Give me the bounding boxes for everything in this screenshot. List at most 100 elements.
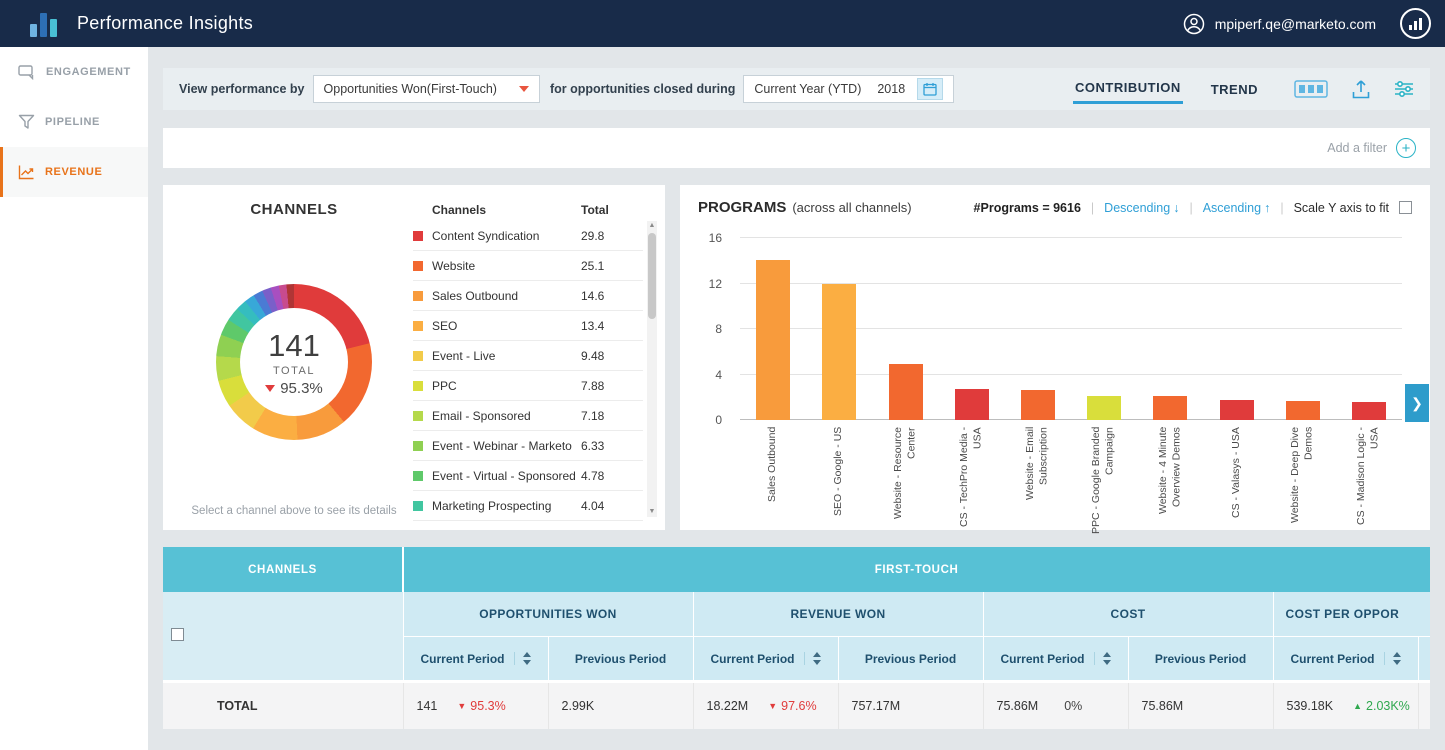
column-group-header: COST xyxy=(983,592,1273,636)
ascending-arrow-icon xyxy=(1264,201,1270,215)
channel-legend-row[interactable]: Event - Live9.48 xyxy=(413,341,643,371)
add-filter-plus-icon[interactable] xyxy=(1396,138,1416,158)
channel-legend-row[interactable]: Sales Outbound14.6 xyxy=(413,281,643,311)
program-bar-label: Sales Outbound xyxy=(766,427,780,539)
channel-swatch-icon xyxy=(413,261,423,271)
engagement-icon xyxy=(18,64,36,80)
programs-yticks: 0481216 xyxy=(700,238,730,420)
column-group-header: OPPORTUNITIES WON xyxy=(403,592,693,636)
sidebar-item-engagement[interactable]: ENGAGEMENT xyxy=(0,47,148,97)
channel-name: Email - Sponsored xyxy=(432,409,581,423)
current-period-header[interactable]: Current Period xyxy=(693,636,838,681)
select-all-checkbox[interactable] xyxy=(171,628,184,641)
channel-swatch-icon xyxy=(413,501,423,511)
channel-legend-row[interactable]: Event - Webinar - Marketo6.33 xyxy=(413,431,643,461)
channel-select-hint: Select a channel above to see its detail… xyxy=(189,504,399,520)
tab-contribution[interactable]: CONTRIBUTION xyxy=(1073,74,1183,104)
channel-legend-row[interactable]: Email - Sponsored7.18 xyxy=(413,401,643,431)
metric-cell xyxy=(1418,681,1430,729)
channel-total: 4.78 xyxy=(581,469,643,483)
programs-xlabels: Sales OutboundSEO - Google - USWebsite -… xyxy=(740,427,1402,541)
calendar-icon[interactable] xyxy=(917,78,943,100)
metrics-table: CHANNELS FIRST-TOUCH OPPORTUNITIES WONRE… xyxy=(163,547,1430,729)
app-title: Performance Insights xyxy=(77,13,253,34)
program-bar[interactable] xyxy=(822,284,856,421)
filter-bar[interactable]: Add a filter xyxy=(163,128,1430,168)
program-bar[interactable] xyxy=(756,260,790,420)
legend-header-channels: Channels xyxy=(413,203,581,217)
previous-period-header: Previous Period xyxy=(838,636,983,681)
app-logo-icon xyxy=(30,11,57,37)
programs-plot: 0481216 xyxy=(740,238,1402,420)
closed-during-label: for opportunities closed during xyxy=(550,82,735,96)
previous-period-header: Previous Period xyxy=(548,636,693,681)
program-bar[interactable] xyxy=(1286,401,1320,420)
sidebar-item-pipeline[interactable]: PIPELINE xyxy=(0,97,148,147)
export-icon[interactable] xyxy=(1352,80,1370,99)
metric-cell: 75.86M0% xyxy=(983,681,1128,729)
program-bar[interactable] xyxy=(1021,390,1055,420)
scale-y-checkbox[interactable] xyxy=(1399,201,1412,214)
channel-name: Marketing Prospecting xyxy=(432,499,581,513)
channel-name: Content Syndication xyxy=(432,229,581,243)
descending-arrow-icon xyxy=(1173,201,1179,215)
program-bar-label: Website - 4 Minute Overview Demos xyxy=(1157,427,1184,539)
current-period-header[interactable]: Current Period xyxy=(1273,636,1418,681)
channel-swatch-icon xyxy=(413,411,423,421)
view-by-dropdown[interactable]: Opportunities Won(First-Touch) xyxy=(313,75,540,103)
sort-control-icon[interactable] xyxy=(1094,652,1111,665)
scroll-up-icon[interactable] xyxy=(649,221,656,231)
donut-delta-value: 95.3% xyxy=(280,380,323,397)
channel-legend-row[interactable]: Event - Virtual - Sponsored4.78 xyxy=(413,461,643,491)
sidebar-item-revenue[interactable]: REVENUE xyxy=(0,147,148,197)
user-avatar-icon[interactable] xyxy=(1183,13,1205,35)
sort-descending-link[interactable]: Descending xyxy=(1104,201,1179,215)
card-view-icon[interactable] xyxy=(1294,80,1328,98)
legend-scrollbar[interactable] xyxy=(647,221,657,517)
channel-legend-row[interactable]: Content Syndication29.8 xyxy=(413,221,643,251)
program-bar[interactable] xyxy=(1352,402,1386,420)
total-row-label: TOTAL xyxy=(191,681,403,729)
program-bar-label: PPC - Google Branded Campaign xyxy=(1090,427,1117,539)
sort-control-icon[interactable] xyxy=(1384,652,1401,665)
settings-sliders-icon[interactable] xyxy=(1394,80,1414,98)
sort-control-icon[interactable] xyxy=(514,652,531,665)
channel-swatch-icon xyxy=(413,351,423,361)
channel-legend-row[interactable]: Website25.1 xyxy=(413,251,643,281)
channels-donut-chart[interactable]: 141 TOTAL 95.3% xyxy=(216,284,372,440)
view-by-value: Opportunities Won(First-Touch) xyxy=(324,82,497,96)
delta-down-icon: ▼ xyxy=(768,701,777,711)
programs-bars xyxy=(740,238,1402,420)
sort-ascending-link[interactable]: Ascending xyxy=(1203,201,1271,215)
scroll-down-icon[interactable] xyxy=(649,507,656,517)
delta-up-icon: ▲ xyxy=(1353,701,1362,711)
period-dropdown[interactable]: Current Year (YTD) 2018 xyxy=(743,75,954,103)
metric-cell: 2.99K xyxy=(548,681,693,729)
channel-legend-row[interactable]: SEO13.4 xyxy=(413,311,643,341)
channel-name: Sales Outbound xyxy=(432,289,581,303)
tab-trend[interactable]: TREND xyxy=(1209,76,1260,103)
view-toolbar: View performance by Opportunities Won(Fi… xyxy=(163,68,1430,110)
program-bar[interactable] xyxy=(1087,396,1121,420)
insights-circle-icon[interactable] xyxy=(1400,8,1431,39)
current-period-header[interactable]: Current Period xyxy=(983,636,1128,681)
sort-control-icon[interactable] xyxy=(804,652,821,665)
channel-legend-row[interactable]: PPC7.88 xyxy=(413,371,643,401)
previous-period-header: Previous Period xyxy=(1418,636,1430,681)
table-groups-row: OPPORTUNITIES WONREVENUE WONCOSTCOST PER… xyxy=(163,592,1430,636)
chevron-down-icon xyxy=(519,86,529,92)
period-value: Current Year (YTD) xyxy=(754,82,861,96)
program-bar[interactable] xyxy=(1220,400,1254,420)
channel-name-column-header xyxy=(191,592,403,681)
program-bar[interactable] xyxy=(955,389,989,420)
sidebar: ENGAGEMENT PIPELINE REVENUE xyxy=(0,47,148,750)
channel-legend-row[interactable]: Marketing Prospecting4.04 xyxy=(413,491,643,521)
next-page-chevron-button[interactable] xyxy=(1405,384,1429,422)
program-bar[interactable] xyxy=(889,364,923,420)
scrollbar-thumb[interactable] xyxy=(648,233,656,319)
current-period-header[interactable]: Current Period xyxy=(403,636,548,681)
table-total-row: TOTAL 141▼95.3%2.99K18.22M▼97.6%757.17M7… xyxy=(163,681,1430,729)
y-axis-tick-label: 16 xyxy=(709,231,722,245)
program-bar[interactable] xyxy=(1153,396,1187,420)
column-group-header: REVENUE WON xyxy=(693,592,983,636)
